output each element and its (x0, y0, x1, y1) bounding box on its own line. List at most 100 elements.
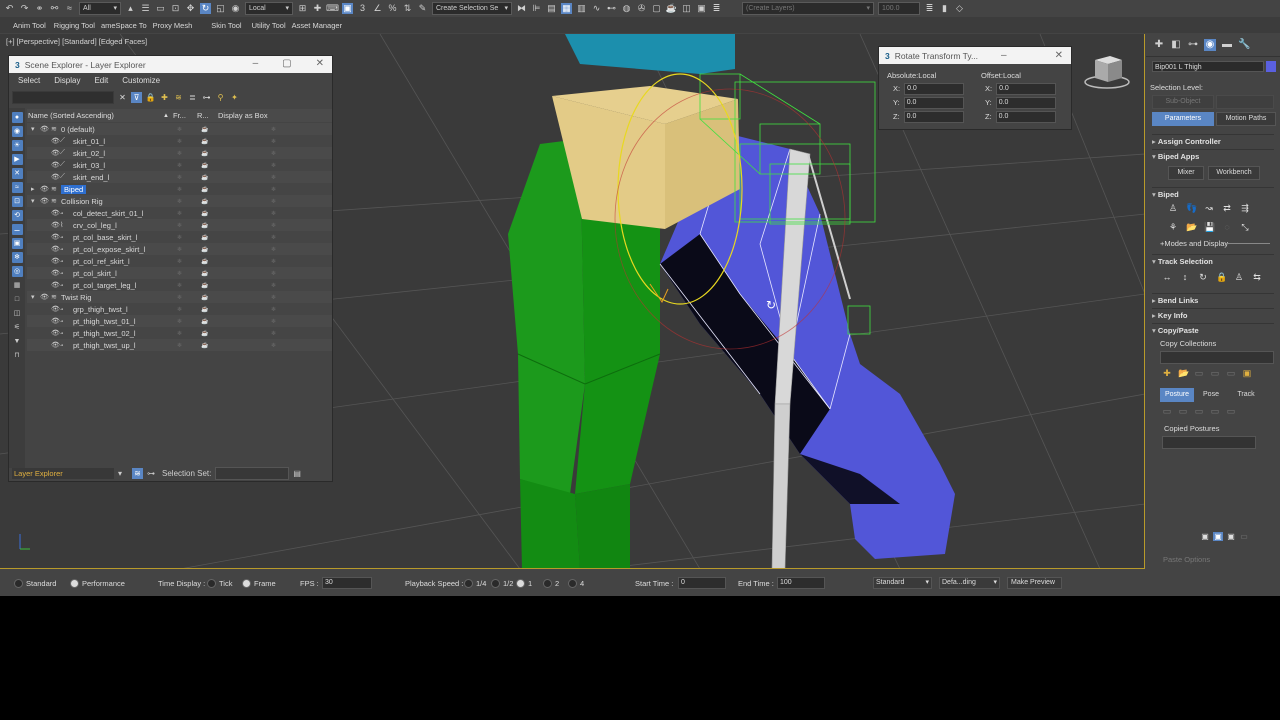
lock-cob-icon[interactable]: 🔒 (1216, 272, 1227, 283)
column-render[interactable]: R... (197, 111, 209, 120)
search-input[interactable] (12, 90, 114, 104)
absolute-x-field[interactable]: 0.0 (904, 82, 965, 95)
renderable-toggle-icon[interactable]: ☕ (201, 210, 208, 217)
symmetrical-icon[interactable]: ♙ (1234, 272, 1244, 283)
display-box-toggle-icon[interactable]: ❄ (271, 138, 276, 145)
display-box-toggle-icon[interactable]: ❄ (271, 282, 276, 289)
workbench-button[interactable]: Workbench (1208, 166, 1260, 180)
edit-named-sets-icon[interactable]: ✎ (417, 3, 428, 14)
view-mode-dropdown[interactable]: Standard ▾ (873, 577, 932, 589)
new-layer-icon[interactable]: ≋ (173, 92, 184, 103)
select-manipulate-icon[interactable]: ✚ (312, 3, 323, 14)
footstep-mode-icon[interactable]: 👣 (1186, 203, 1197, 214)
display-box-toggle-icon[interactable]: ❄ (271, 198, 276, 205)
create-collection-icon[interactable]: ✚ (1162, 368, 1172, 379)
lock-icon[interactable]: 🔒 (145, 92, 156, 103)
schematic-view-icon[interactable]: ⊷ (606, 3, 617, 14)
tree-row[interactable]: ▾ 👁 ≋ Twist Rig ❄ ☕ ❄ (27, 291, 332, 303)
absolute-y-field[interactable]: 0.0 (903, 96, 964, 109)
create-tab-icon[interactable]: ✚ (1153, 39, 1165, 51)
layer-explorer-icon[interactable]: ▦ (561, 3, 572, 14)
frozen-toggle-icon[interactable]: ❄ (177, 174, 182, 181)
convert-icon[interactable]: ◌ (1222, 222, 1232, 233)
frozen-toggle-icon[interactable]: ❄ (177, 330, 182, 337)
display-groups-icon[interactable]: ⊡ (11, 196, 23, 207)
maximize-icon[interactable]: ▢ (282, 58, 291, 69)
rotate-transform-titlebar[interactable]: 3 Rotate Transform Ty... – ✕ (879, 47, 1071, 64)
rigging-tool-button[interactable]: Rigging Tool (52, 21, 101, 30)
frozen-toggle-icon[interactable]: ❄ (177, 210, 182, 217)
frozen-toggle-icon[interactable]: ❄ (177, 138, 182, 145)
highlight-icon[interactable]: ✦ (229, 92, 240, 103)
render-activeshade-icon[interactable]: ◫ (681, 3, 692, 14)
display-containers-icon[interactable]: ▣ (11, 238, 23, 249)
render-production-icon[interactable]: ☕ (666, 3, 677, 14)
renderable-toggle-icon[interactable]: ☕ (201, 234, 208, 241)
filter-icon[interactable]: ⊽ (131, 91, 142, 103)
display-all-icon[interactable]: ▦ (12, 280, 23, 291)
frozen-toggle-icon[interactable]: ❄ (177, 222, 182, 229)
display-helpers-icon[interactable]: ✕ (11, 168, 23, 179)
renderable-toggle-icon[interactable]: ☕ (201, 282, 208, 289)
sub-object-dropdown[interactable] (1216, 95, 1274, 109)
lock-selection-icon[interactable]: ⊓ (12, 350, 23, 361)
move-icon[interactable]: ✥ (185, 3, 196, 14)
display-box-toggle-icon[interactable]: ❄ (271, 126, 276, 133)
layer-mode-icon[interactable]: ≋ (132, 467, 143, 479)
frozen-toggle-icon[interactable]: ❄ (177, 246, 182, 253)
frozen-toggle-icon[interactable]: ❄ (177, 186, 182, 193)
absolute-z-field[interactable]: 0.0 (903, 110, 964, 123)
biped-apps-rollout[interactable]: Biped Apps (1152, 149, 1274, 164)
frozen-toggle-icon[interactable]: ❄ (177, 162, 182, 169)
spinner-snap-icon[interactable]: ⇅ (402, 3, 413, 14)
offset-y-field[interactable]: 0.0 (995, 96, 1056, 109)
visibility-eye-icon[interactable]: 👁 (40, 293, 50, 301)
move-all-icon[interactable]: ⤡ (1240, 222, 1250, 233)
tool-icon-a[interactable]: ▮ (939, 3, 950, 14)
viewcube-icon[interactable] (1084, 56, 1130, 89)
window-crossing-icon[interactable]: ⊡ (170, 3, 181, 14)
add-to-layer-icon[interactable]: ✚ (159, 92, 170, 103)
load-file-icon[interactable]: 📂 (1186, 222, 1197, 233)
explorer-type-dropdown[interactable]: Layer Explorer (12, 467, 114, 479)
body-vertical-icon[interactable]: ↕ (1180, 272, 1190, 283)
select-children-icon[interactable]: ⚟ (12, 322, 23, 333)
tool-icon-b[interactable]: ◇ (954, 3, 965, 14)
tree-row[interactable]: 👁 ⟓ pt_col_ref_skirt_l ❄ ☕ ❄ (27, 255, 332, 267)
tree-row[interactable]: 👁 ⟓ pt_thigh_twst_up_l ❄ ☕ ❄ (27, 339, 332, 351)
object-name-field[interactable]: Bip001 L Thigh (1152, 61, 1264, 72)
display-box-toggle-icon[interactable]: ❄ (271, 318, 276, 325)
tree-row[interactable]: 👁 ⟓ pt_thigh_twst_02_l ❄ ☕ ❄ (27, 327, 332, 339)
selection-filter-dropdown[interactable]: All ▾ (79, 2, 121, 15)
end-time-field[interactable]: 100 (777, 577, 825, 589)
renderable-toggle-icon[interactable]: ☕ (201, 198, 208, 205)
performance-radio[interactable]: Performance (70, 578, 125, 588)
menu-select[interactable]: Select (13, 76, 45, 85)
tree-row[interactable]: 👁 ⟋ skirt_03_l ❄ ☕ ❄ (27, 159, 332, 171)
sub-object-button[interactable]: Sub-Object (1152, 95, 1214, 109)
align-icon[interactable]: ⊫ (531, 3, 542, 14)
speed-one-radio[interactable]: 1 (516, 578, 532, 588)
bind-spacewarp-icon[interactable]: ≈ (64, 3, 75, 14)
renderable-toggle-icon[interactable]: ☕ (201, 138, 208, 145)
track-selection-rollout[interactable]: Track Selection (1152, 254, 1274, 269)
keyboard-shortcut-icon[interactable]: ⌨ (326, 3, 339, 14)
opposite-icon[interactable]: ⇆ (1252, 272, 1262, 283)
offset-z-field[interactable]: 0.0 (995, 110, 1056, 123)
renderable-toggle-icon[interactable]: ☕ (201, 150, 208, 157)
modes-display-label[interactable]: +Modes and Display (1160, 239, 1228, 248)
pivot-center-icon[interactable]: ⊞ (297, 3, 308, 14)
display-box-toggle-icon[interactable]: ❄ (271, 222, 276, 229)
speed-half-radio[interactable]: 1/2 (491, 578, 513, 588)
renderable-toggle-icon[interactable]: ☕ (201, 270, 208, 277)
make-preview-button[interactable]: Make Preview (1007, 577, 1062, 589)
renderable-toggle-icon[interactable]: ☕ (201, 162, 208, 169)
renderable-toggle-icon[interactable]: ☕ (201, 330, 208, 337)
copy-collections-dropdown[interactable] (1160, 351, 1274, 364)
shading-dropdown[interactable]: Defa...ding ▾ (939, 577, 1000, 589)
display-geometry-icon[interactable]: ● (11, 112, 23, 123)
rendered-frame-window-icon[interactable]: ▢ (651, 3, 662, 14)
anim-tool-button[interactable]: Anim Tool (0, 21, 52, 30)
frozen-toggle-icon[interactable]: ❄ (177, 306, 182, 313)
link-icon[interactable]: ⚭ (34, 3, 45, 14)
